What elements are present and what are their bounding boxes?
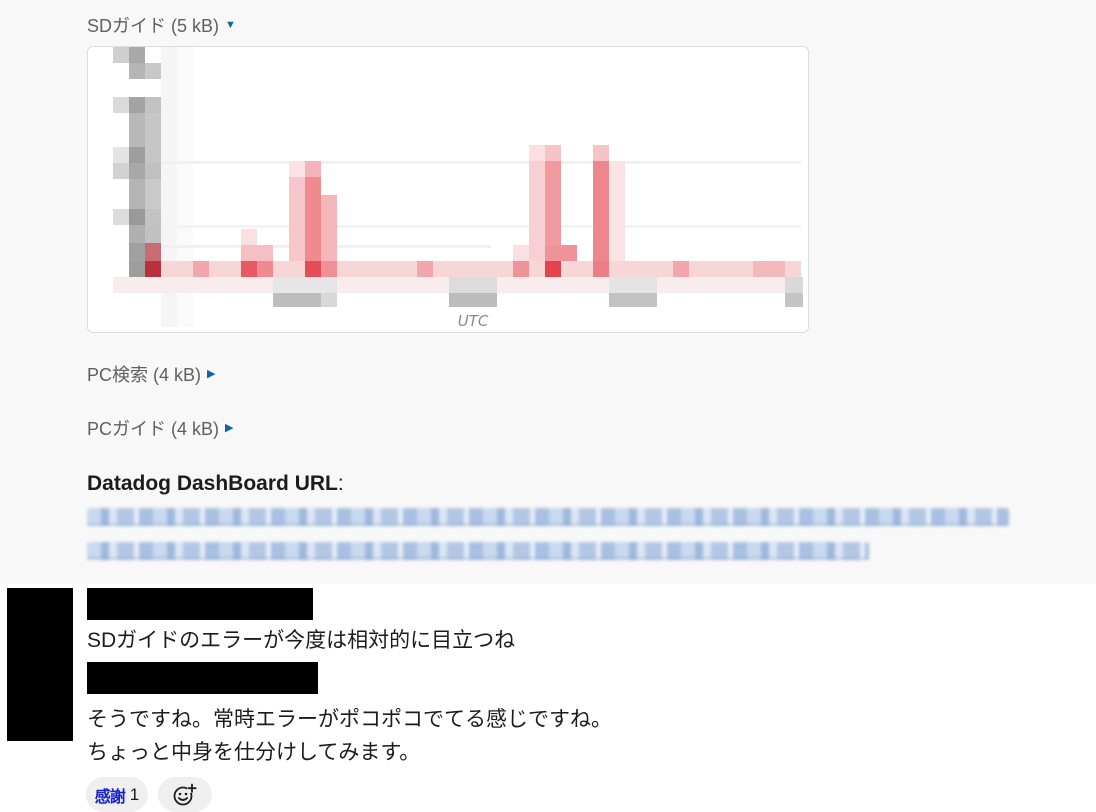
add-reaction-icon xyxy=(173,783,197,805)
attachment-toggle-pc-search[interactable]: PC検索 (4 kB) ▶ xyxy=(87,361,215,387)
datadog-dashboard-heading: Datadog DashBoard URL: xyxy=(87,472,344,496)
datadog-heading-colon: : xyxy=(337,472,344,495)
attachment-toggle-sd-guide[interactable]: SDガイド (5 kB) ▼ xyxy=(87,12,236,38)
message-text-line-2: ちょっと中身を仕分けしてみます。 xyxy=(87,741,421,764)
username-redacted[interactable] xyxy=(87,662,318,694)
message-text-line-1: そうですね。常時エラーがポコポコでてる感じですね。 xyxy=(87,708,612,731)
message-text: SDガイドのエラーが今度は相対的に目立つね xyxy=(87,629,516,652)
reaction-kansha[interactable]: 感謝 1 xyxy=(86,777,148,812)
caret-right-icon: ▶ xyxy=(207,367,216,380)
username-redacted[interactable] xyxy=(87,588,313,620)
caret-down-icon: ▼ xyxy=(225,18,236,31)
attachment-toggle-pc-guide[interactable]: PCガイド (4 kB) ▶ xyxy=(87,415,233,441)
datadog-heading-text: Datadog DashBoard URL xyxy=(87,472,338,495)
add-reaction-button[interactable] xyxy=(158,777,212,812)
kansha-emoji-icon: 感謝 xyxy=(94,786,126,806)
attachment-label: PC検索 (4 kB) xyxy=(87,365,202,385)
dashboard-url-link-line-1[interactable] xyxy=(87,508,1009,526)
caret-right-icon: ▶ xyxy=(225,421,234,434)
attachment-image-preview[interactable]: UTC xyxy=(87,46,809,333)
attachment-label: SDガイド (5 kB) xyxy=(87,16,220,36)
avatar-redacted[interactable] xyxy=(7,588,73,741)
dashboard-url-link-line-2[interactable] xyxy=(87,542,869,560)
reaction-count: 1 xyxy=(129,784,140,804)
x-axis-timezone-label: UTC xyxy=(458,312,489,330)
attachment-label: PCガイド (4 kB) xyxy=(87,419,220,439)
pixelated-chart-image: UTC xyxy=(113,47,803,330)
